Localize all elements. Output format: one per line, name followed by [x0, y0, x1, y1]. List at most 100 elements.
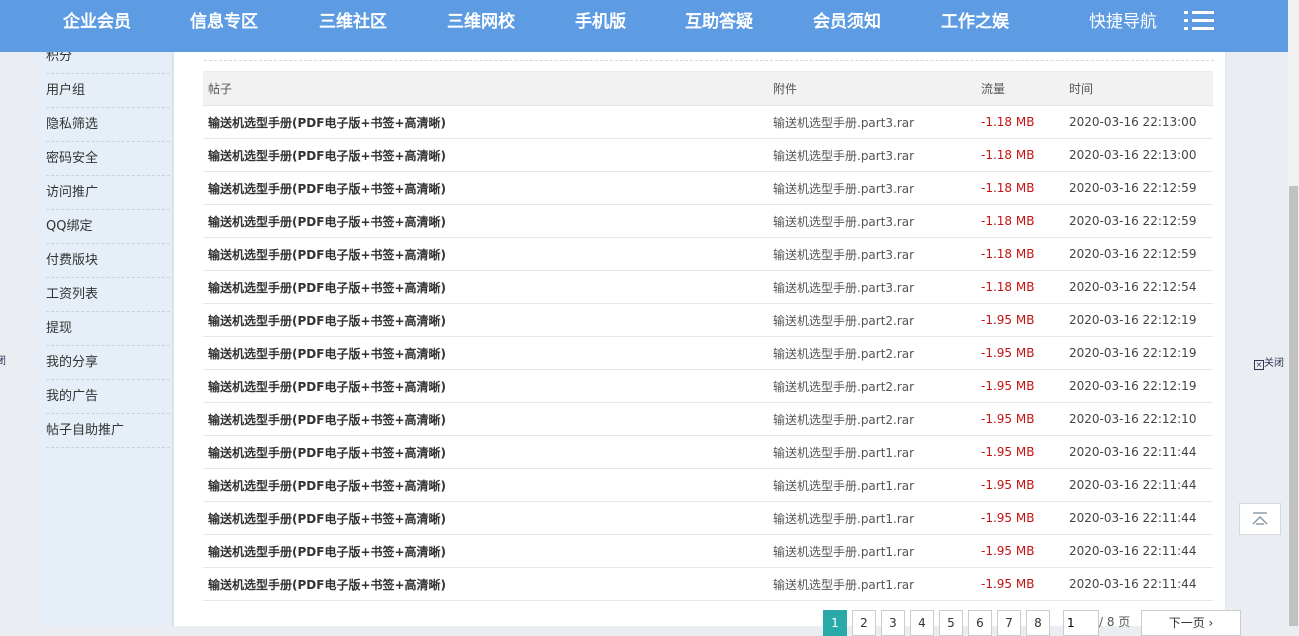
file-cell: 输送机选型手册.part2.rar — [768, 402, 976, 436]
post-cell[interactable]: 输送机选型手册(PDF电子版+书签+高清晰) — [203, 402, 768, 436]
column-header-post: 帖子 — [203, 71, 768, 106]
nav-item-7[interactable]: 会员须知 — [813, 10, 881, 34]
time-cell: 2020-03-16 22:12:10 — [1064, 402, 1213, 436]
page-button-7[interactable]: 7 — [997, 610, 1021, 636]
post-cell[interactable]: 输送机选型手册(PDF电子版+书签+高清晰) — [203, 534, 768, 568]
file-cell: 输送机选型手册.part3.rar — [768, 270, 976, 304]
right-float-close[interactable]: × 关闭 — [1254, 354, 1284, 370]
sidebar-item-4[interactable]: 密码安全 — [46, 142, 170, 176]
table-header-row: 帖子 附件 流量 时间 — [203, 71, 1213, 106]
flow-cell: -1.18 MB — [976, 237, 1064, 271]
right-float-close-label: 关闭 — [1264, 358, 1284, 369]
page-jump-input[interactable] — [1063, 610, 1099, 636]
sidebar-item-10[interactable]: 我的分享 — [46, 346, 170, 380]
flow-cell: -1.18 MB — [976, 204, 1064, 238]
page-button-2[interactable]: 2 — [852, 610, 876, 636]
top-navigation: 企业会员 信息专区 三维社区 三维网校 手机版 互助答疑 会员须知 工作之娱 快捷导航 — [0, 0, 1288, 52]
flow-cell: -1.95 MB — [976, 534, 1064, 568]
table-row: 输送机选型手册(PDF电子版+书签+高清晰) 输送机选型手册.part3.rar -… — [203, 204, 1213, 238]
sidebar-item-9[interactable]: 提现 — [46, 312, 170, 346]
nav-item-2[interactable]: 信息专区 — [190, 10, 258, 34]
sidebar: 认 积分用户组隐私筛选密码安全访问推广QQ绑定付费版块工资列表提现我的分享我的广… — [36, 0, 173, 626]
time-cell: 2020-03-16 22:11:44 — [1064, 468, 1213, 502]
quick-nav-link[interactable]: 快捷导航 — [1089, 10, 1157, 34]
scrollbar-thumb[interactable] — [1289, 186, 1298, 626]
flow-cell: -1.95 MB — [976, 501, 1064, 535]
nav-item-3[interactable]: 三维社区 — [319, 10, 387, 34]
column-header-flow: 流量 — [976, 71, 1064, 106]
post-cell[interactable]: 输送机选型手册(PDF电子版+书签+高清晰) — [203, 567, 768, 601]
post-cell[interactable]: 输送机选型手册(PDF电子版+书签+高清晰) — [203, 501, 768, 535]
file-cell: 输送机选型手册.part2.rar — [768, 369, 976, 403]
post-cell[interactable]: 输送机选型手册(PDF电子版+书签+高清晰) — [203, 468, 768, 502]
column-header-file: 附件 — [768, 71, 976, 106]
flow-cell: -1.95 MB — [976, 402, 1064, 436]
flow-cell: -1.95 MB — [976, 468, 1064, 502]
file-cell: 输送机选型手册.part2.rar — [768, 336, 976, 370]
time-cell: 2020-03-16 22:13:00 — [1064, 138, 1213, 172]
time-cell: 2020-03-16 22:11:44 — [1064, 567, 1213, 601]
time-cell: 2020-03-16 22:12:19 — [1064, 303, 1213, 337]
back-to-top-button[interactable] — [1239, 503, 1281, 535]
post-cell[interactable]: 输送机选型手册(PDF电子版+书签+高清晰) — [203, 369, 768, 403]
flow-cell: -1.95 MB — [976, 336, 1064, 370]
file-cell: 输送机选型手册.part2.rar — [768, 303, 976, 337]
left-float-close-partial[interactable]: 闭 — [0, 352, 6, 367]
flow-cell: -1.95 MB — [976, 369, 1064, 403]
table-row: 输送机选型手册(PDF电子版+书签+高清晰) 输送机选型手册.part2.rar -… — [203, 369, 1213, 403]
sidebar-item-8[interactable]: 工资列表 — [46, 278, 170, 312]
time-cell: 2020-03-16 22:13:00 — [1064, 105, 1213, 139]
post-cell[interactable]: 输送机选型手册(PDF电子版+书签+高清晰) — [203, 336, 768, 370]
table-row: 输送机选型手册(PDF电子版+书签+高清晰) 输送机选型手册.part1.rar -… — [203, 501, 1213, 535]
time-cell: 2020-03-16 22:12:59 — [1064, 171, 1213, 205]
page-button-5[interactable]: 5 — [939, 610, 963, 636]
post-cell[interactable]: 输送机选型手册(PDF电子版+书签+高清晰) — [203, 105, 768, 139]
post-cell[interactable]: 输送机选型手册(PDF电子版+书签+高清晰) — [203, 237, 768, 271]
nav-item-5[interactable]: 手机版 — [575, 10, 626, 34]
page-scrollbar[interactable] — [1288, 0, 1299, 626]
page-button-1[interactable]: 1 — [823, 610, 847, 636]
sidebar-item-5[interactable]: 访问推广 — [46, 176, 170, 210]
post-cell[interactable]: 输送机选型手册(PDF电子版+书签+高清晰) — [203, 204, 768, 238]
post-cell[interactable]: 输送机选型手册(PDF电子版+书签+高清晰) — [203, 171, 768, 205]
sidebar-item-2[interactable]: 用户组 — [46, 74, 170, 108]
transfer-log-table: 帖子 附件 流量 时间 输送机选型手册(PDF电子版+书签+高清晰) 输送机选型手… — [203, 71, 1213, 601]
post-cell[interactable]: 输送机选型手册(PDF电子版+书签+高清晰) — [203, 435, 768, 469]
time-cell: 2020-03-16 22:12:19 — [1064, 369, 1213, 403]
post-cell[interactable]: 输送机选型手册(PDF电子版+书签+高清晰) — [203, 303, 768, 337]
page-button-3[interactable]: 3 — [881, 610, 905, 636]
sidebar-item-6[interactable]: QQ绑定 — [46, 210, 170, 244]
nav-item-4[interactable]: 三维网校 — [447, 10, 515, 34]
time-cell: 2020-03-16 22:11:44 — [1064, 534, 1213, 568]
page-button-4[interactable]: 4 — [910, 610, 934, 636]
sidebar-item-3[interactable]: 隐私筛选 — [46, 108, 170, 142]
table-row: 输送机选型手册(PDF电子版+书签+高清晰) 输送机选型手册.part1.rar -… — [203, 534, 1213, 568]
nav-item-1[interactable]: 企业会员 — [63, 10, 131, 34]
sidebar-item-7[interactable]: 付费版块 — [46, 244, 170, 278]
page-total: / 8 页 — [1099, 615, 1131, 629]
post-cell[interactable]: 输送机选型手册(PDF电子版+书签+高清晰) — [203, 138, 768, 172]
nav-item-8[interactable]: 工作之娱 — [941, 10, 1009, 34]
menu-icon[interactable] — [1184, 11, 1214, 31]
sidebar-item-11[interactable]: 我的广告 — [46, 380, 170, 414]
table-row: 输送机选型手册(PDF电子版+书签+高清晰) 输送机选型手册.part3.rar -… — [203, 105, 1213, 139]
table-row: 输送机选型手册(PDF电子版+书签+高清晰) 输送机选型手册.part1.rar -… — [203, 435, 1213, 469]
time-cell: 2020-03-16 22:12:19 — [1064, 336, 1213, 370]
back-to-top-icon — [1252, 512, 1268, 525]
time-cell: 2020-03-16 22:12:59 — [1064, 204, 1213, 238]
post-cell[interactable]: 输送机选型手册(PDF电子版+书签+高清晰) — [203, 270, 768, 304]
table-row: 输送机选型手册(PDF电子版+书签+高清晰) 输送机选型手册.part3.rar -… — [203, 138, 1213, 172]
nav-item-6[interactable]: 互助答疑 — [685, 10, 753, 34]
flow-cell: -1.95 MB — [976, 567, 1064, 601]
sidebar-item-12[interactable]: 帖子自助推广 — [46, 414, 170, 448]
page-button-6[interactable]: 6 — [968, 610, 992, 636]
file-cell: 输送机选型手册.part3.rar — [768, 237, 976, 271]
next-page-button[interactable]: 下一页 › — [1141, 610, 1241, 636]
table-row: 输送机选型手册(PDF电子版+书签+高清晰) 输送机选型手册.part1.rar -… — [203, 567, 1213, 601]
flow-cell: -1.95 MB — [976, 435, 1064, 469]
file-cell: 输送机选型手册.part3.rar — [768, 105, 976, 139]
flow-cell: -1.18 MB — [976, 138, 1064, 172]
flow-cell: -1.18 MB — [976, 105, 1064, 139]
divider — [204, 60, 1214, 61]
page-button-8[interactable]: 8 — [1026, 610, 1050, 636]
